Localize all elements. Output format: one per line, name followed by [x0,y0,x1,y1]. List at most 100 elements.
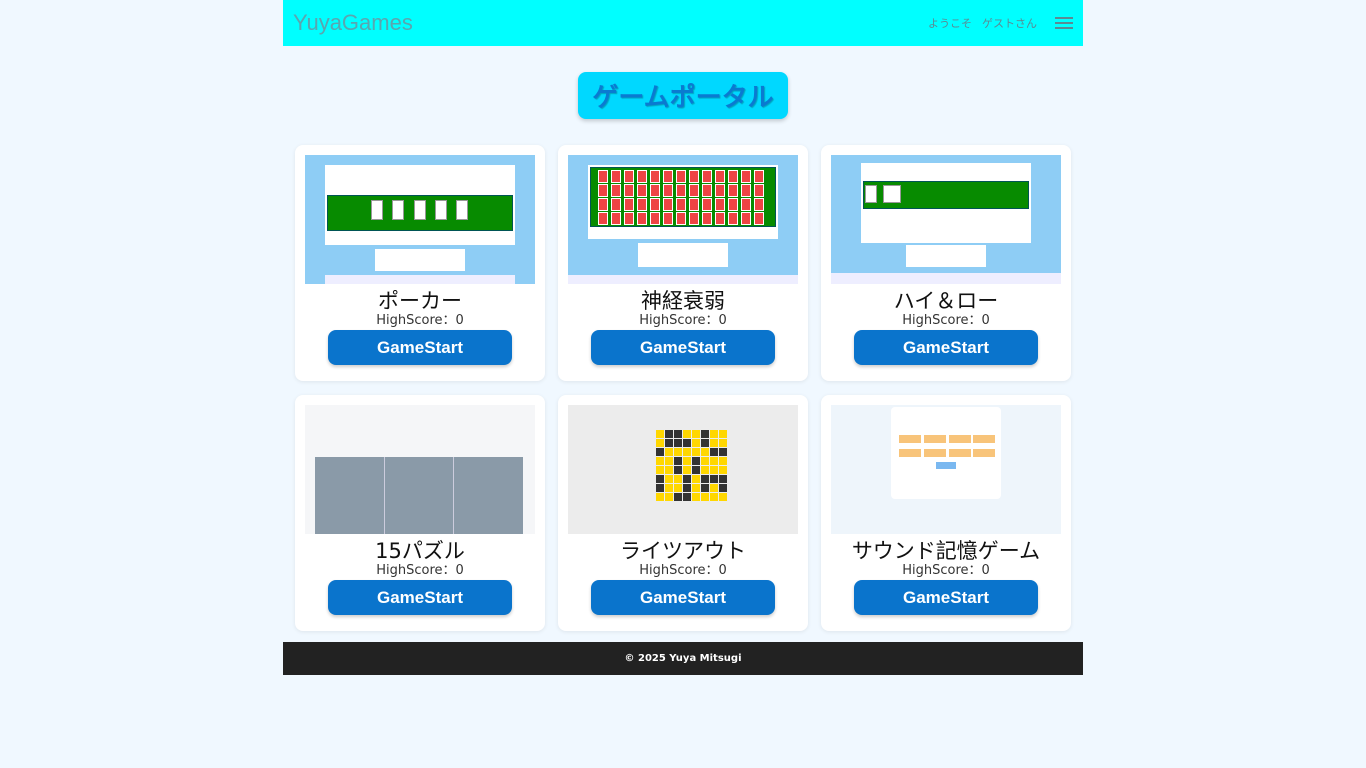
light-cell [674,475,682,483]
card-back [689,212,699,225]
card-back [637,170,647,183]
high-score: HighScore：0 [376,313,464,328]
light-cell [710,484,718,492]
site-header: YuyaGames ようこそ ゲストさん [283,0,1083,46]
light-cell [674,484,682,492]
light-cell [719,484,727,492]
card-back [754,198,764,211]
game-card-sound-memory: サウンド記憶ゲーム HighScore：0 GameStart [821,395,1071,631]
card-back [741,198,751,211]
card-back [624,198,634,211]
game-thumbnail[interactable] [831,405,1061,534]
card-back [689,198,699,211]
card-back [611,198,621,211]
light-cell [719,457,727,465]
game-thumbnail[interactable] [305,405,535,534]
game-start-button[interactable]: GameStart [854,580,1038,615]
card-back [741,212,751,225]
light-cell [701,466,709,474]
light-cell [656,484,664,492]
card-back [702,212,712,225]
light-cell [674,466,682,474]
card-back [624,170,634,183]
light-cell [701,457,709,465]
light-cell [719,430,727,438]
card-back [663,184,673,197]
light-cell [692,466,700,474]
light-cell [719,448,727,456]
card-back [637,212,647,225]
light-cell [656,457,664,465]
light-cell [692,439,700,447]
brand-logo[interactable]: YuyaGames [293,10,413,36]
light-cell [683,430,691,438]
card-back [611,170,621,183]
card-back [650,198,660,211]
card-back [689,170,699,183]
header-right: ようこそ ゲストさん [928,15,1073,31]
game-card-15-puzzle: 15パズル HighScore：0 GameStart [295,395,545,631]
card-back [637,184,647,197]
high-score: HighScore：0 [376,563,464,578]
card-back [741,170,751,183]
light-cell [674,439,682,447]
card-back [598,212,608,225]
card-back [741,184,751,197]
light-cell [710,448,718,456]
card-back [611,184,621,197]
card-back [598,170,608,183]
card-back [715,198,725,211]
light-cell [656,439,664,447]
card-back [702,184,712,197]
menu-icon[interactable] [1055,17,1073,29]
card-back [598,184,608,197]
game-start-button[interactable]: GameStart [854,330,1038,365]
game-start-button[interactable]: GameStart [328,330,512,365]
light-cell [701,439,709,447]
card-back [663,198,673,211]
light-cell [719,466,727,474]
light-cell [692,493,700,501]
light-cell [683,439,691,447]
game-thumbnail[interactable] [305,155,535,284]
light-cell [656,475,664,483]
game-thumbnail[interactable] [831,155,1061,284]
game-start-button[interactable]: GameStart [328,580,512,615]
high-score: HighScore：0 [639,563,727,578]
card-back [611,212,621,225]
high-score: HighScore：0 [639,313,727,328]
card-back [637,198,647,211]
card-back [728,212,738,225]
card-back [689,184,699,197]
game-thumbnail[interactable] [568,405,798,534]
light-cell [701,448,709,456]
light-cell [719,439,727,447]
game-card-poker: ポーカー HighScore：0 GameStart [295,145,545,381]
high-score: HighScore：0 [902,563,990,578]
light-cell [710,475,718,483]
card-back [702,170,712,183]
light-cell [665,475,673,483]
card-back [663,212,673,225]
light-cell [692,484,700,492]
game-card-concentration: 神経衰弱 HighScore：0 GameStart [558,145,808,381]
site-footer: © 2025 Yuya Mitsugi [283,642,1083,675]
light-cell [665,439,673,447]
user-name: ゲストさん [982,17,1037,30]
light-cell [701,493,709,501]
card-back [676,212,686,225]
light-cell [665,448,673,456]
game-start-button[interactable]: GameStart [591,330,775,365]
light-cell [665,493,673,501]
card-back [624,184,634,197]
game-start-button[interactable]: GameStart [591,580,775,615]
light-cell [692,448,700,456]
card-back [715,184,725,197]
card-back [676,170,686,183]
card-back [728,198,738,211]
light-cell [710,457,718,465]
light-cell [656,493,664,501]
light-cell [719,493,727,501]
game-thumbnail[interactable] [568,155,798,284]
card-back [754,212,764,225]
